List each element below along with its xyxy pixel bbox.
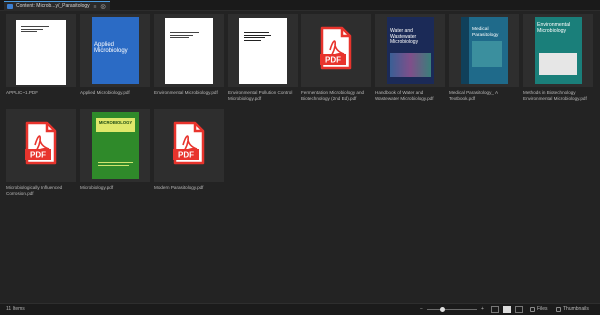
file-name: Medical Parasitology_ A Textbook.pdf [449, 90, 498, 101]
file-name: Applied Microbiology.pdf [80, 90, 130, 95]
thumbnails-only-checkbox[interactable] [556, 307, 561, 312]
thumbnail-view-button[interactable] [503, 306, 511, 313]
thumbnail[interactable]: PDF [301, 14, 371, 87]
thumbnail[interactable] [154, 14, 224, 87]
cover-title: Environmental Microbiology [537, 22, 571, 34]
tab-close-icon[interactable]: ⨂ [101, 3, 106, 11]
thumbnails-only-label: Thumbnails Only [563, 306, 589, 312]
pdf-file-icon: PDF [25, 121, 57, 165]
pdf-file-icon: PDF [173, 121, 205, 165]
pdf-badge-text: PDF [30, 151, 46, 160]
thumbnail[interactable]: PDF [6, 109, 76, 182]
cover-title: MICROBIOLOGY [98, 120, 133, 125]
cover-spine [461, 17, 469, 84]
pdf-file-icon: PDF [320, 26, 352, 70]
thumbnail[interactable]: PDF [154, 109, 224, 182]
files-checkbox[interactable] [530, 307, 535, 312]
content-grid: APPLIC~1.PDF Applied Microbiology Applie… [0, 11, 600, 303]
grid-view-button[interactable] [515, 306, 523, 313]
thumbnail[interactable]: MICROBIOLOGY [80, 109, 150, 182]
file-name: Modern Parasitology.pdf [154, 185, 204, 190]
cover-rule [98, 162, 133, 163]
zoom-slider-handle[interactable] [439, 307, 445, 312]
book-cover: Environmental Microbiology [535, 17, 582, 84]
file-name: APPLIC~1.PDF [6, 90, 39, 95]
tab-menu-icon[interactable]: ≡ [94, 3, 97, 11]
folder-icon [7, 4, 13, 9]
book-cover: Medical Parasitology [461, 17, 508, 84]
thumbnail[interactable]: Applied Microbiology [80, 14, 150, 87]
item-count: 11 Items [6, 306, 25, 312]
book-cover: MICROBIOLOGY [92, 112, 139, 179]
document-page [165, 18, 213, 84]
file-name: Microbiologically Influenced Corrosion.p… [6, 185, 63, 196]
pdf-badge-text: PDF [178, 151, 194, 160]
thumbnail[interactable]: Medical Parasitology [449, 14, 519, 87]
file-name: Microbiology.pdf [80, 185, 114, 190]
cover-image [390, 53, 431, 77]
file-name: Environmental Pollution Control Microbio… [228, 90, 293, 101]
document-page [16, 20, 66, 85]
file-name: Methods in Biotechnology Environmental M… [523, 90, 587, 101]
cover-rule [98, 165, 129, 166]
tab-bar: Content: Microb...y/_Parasitology ≡ ⨂ [0, 0, 600, 11]
list-view-button[interactable] [491, 306, 499, 313]
pdf-badge-text: PDF [325, 56, 341, 65]
file-name: Fermentation Microbiology and Biotechnol… [301, 90, 365, 101]
thumbnail[interactable]: Water and Wastewater Microbiology [375, 14, 445, 87]
files-label: Files [537, 306, 548, 312]
book-cover: Water and Wastewater Microbiology [387, 17, 434, 84]
cover-title: Medical Parasitology [472, 27, 499, 38]
file-name: Environmental Microbiology.pdf [154, 90, 218, 95]
cover-image [472, 41, 502, 67]
thumbnail[interactable] [6, 14, 76, 87]
cover-title: Water and Wastewater Microbiology [390, 28, 419, 45]
status-bar: 11 Items − + Files Thumbnails Only [0, 303, 600, 315]
cover-title: Applied Microbiology [94, 42, 128, 54]
thumbnail[interactable] [228, 14, 298, 87]
document-page [239, 18, 287, 84]
file-name: Handbook of Water and Wastewater Microbi… [375, 90, 434, 101]
zoom-slider[interactable] [427, 309, 477, 310]
tab-content-panel[interactable]: Content: Microb...y/_Parasitology ≡ ⨂ [4, 1, 110, 11]
zoom-in-button[interactable]: + [481, 304, 484, 315]
book-cover: Applied Microbiology [92, 17, 139, 84]
tab-title: Content: Microb...y/_Parasitology [16, 3, 90, 9]
zoom-out-button[interactable]: − [420, 304, 423, 315]
thumbnail[interactable]: Environmental Microbiology [523, 14, 593, 87]
cover-image [539, 53, 577, 75]
